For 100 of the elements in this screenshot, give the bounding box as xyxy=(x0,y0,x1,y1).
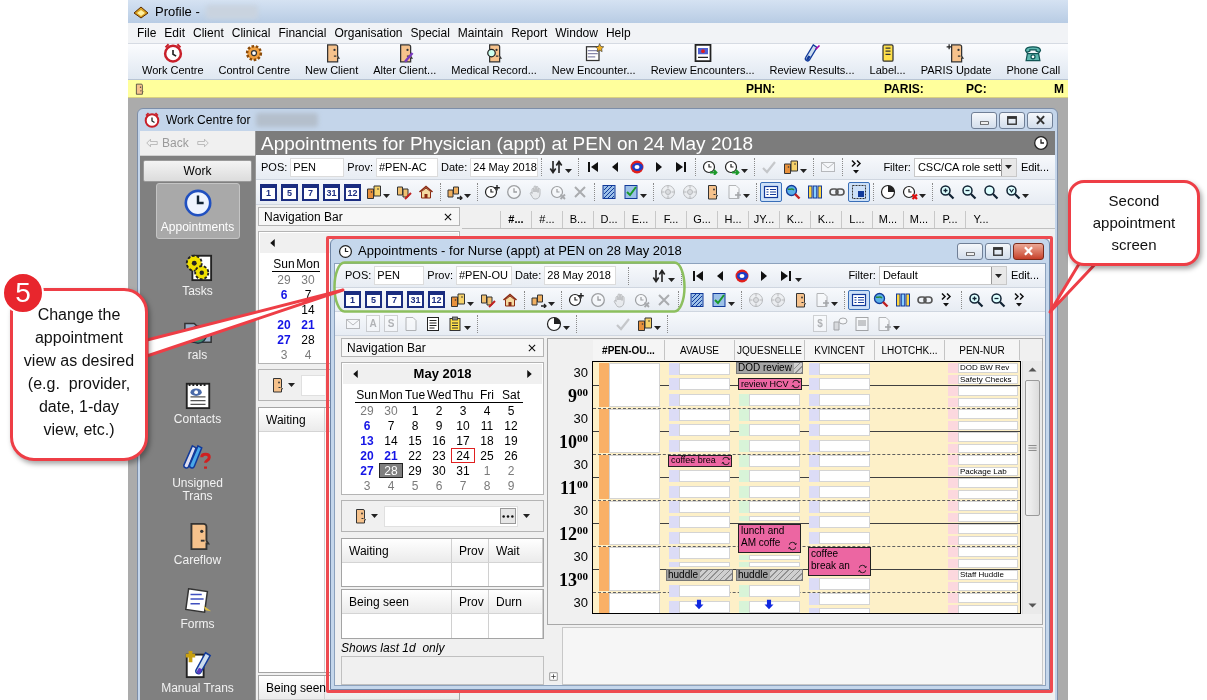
column-header[interactable]: F... xyxy=(655,211,686,228)
minimize-button[interactable] xyxy=(971,111,997,129)
calendar-day[interactable]: 13 xyxy=(355,433,379,448)
time-slot[interactable] xyxy=(679,600,730,613)
blocked-time[interactable]: huddle xyxy=(666,568,733,581)
blocked-time[interactable]: DOD review xyxy=(736,362,803,374)
selection-button[interactable] xyxy=(848,182,870,202)
column-header[interactable]: Durn xyxy=(489,590,543,613)
calendar-day[interactable]: 23 xyxy=(427,448,451,463)
time-slot[interactable] xyxy=(679,546,730,559)
column-header[interactable]: #... xyxy=(531,211,562,228)
calendar-day[interactable]: 21 xyxy=(296,317,320,332)
column-header[interactable]: Y... xyxy=(965,211,996,228)
sidebar-item[interactable]: Unsigned Trans xyxy=(155,439,240,508)
toolbar-button[interactable]: Work Centre xyxy=(142,43,204,77)
time-slot[interactable] xyxy=(749,600,800,613)
appointment[interactable]: DOD BW Rev xyxy=(958,363,1018,373)
calendar-day[interactable]: 26 xyxy=(499,448,523,463)
toolbar-button[interactable]: Review Encounters... xyxy=(650,43,755,77)
text-field[interactable]: 28 May 2018 xyxy=(544,266,617,285)
calendar-view-button[interactable]: 7 xyxy=(386,291,403,308)
appointment[interactable]: review HCV xyxy=(738,378,802,391)
time-slot[interactable] xyxy=(679,500,730,513)
calendar-day[interactable]: 27 xyxy=(355,463,379,478)
calendar-day[interactable]: 5 xyxy=(403,478,427,493)
column-header[interactable]: B... xyxy=(562,211,593,228)
section-button[interactable]: Work xyxy=(143,160,252,182)
calendar-day[interactable]: 3 xyxy=(272,347,296,362)
blocked-time[interactable]: huddle xyxy=(736,568,803,581)
calendar-day[interactable]: 2 xyxy=(499,463,523,478)
next-month-button[interactable] xyxy=(525,367,534,381)
toolbar-button[interactable]: Phone Call xyxy=(1006,43,1061,77)
calendar-view-button[interactable]: 1 xyxy=(344,291,361,308)
menu-item[interactable]: Clinical xyxy=(231,27,271,39)
calendar-day[interactable]: 30 xyxy=(296,272,320,287)
calendar-day[interactable]: 3 xyxy=(451,403,475,418)
calendar-day[interactable]: 22 xyxy=(403,448,427,463)
column-header[interactable]: G... xyxy=(686,211,717,228)
close-button[interactable] xyxy=(1027,111,1053,129)
menu-item[interactable]: Organisation xyxy=(334,27,403,39)
column-header[interactable]: LHOTCHK... xyxy=(875,340,945,360)
calendar-day[interactable]: 11 xyxy=(475,418,499,433)
calendar-day[interactable]: 10 xyxy=(451,418,475,433)
dropdown-button[interactable] xyxy=(523,514,530,518)
column-header[interactable]: P... xyxy=(934,211,965,228)
column-header[interactable]: JQUESNELLE xyxy=(735,340,805,360)
calendar-view-button[interactable]: 31 xyxy=(407,291,424,308)
time-slot[interactable] xyxy=(819,500,870,513)
calendar-day[interactable]: 19 xyxy=(499,433,523,448)
calendar-day[interactable]: 4 xyxy=(296,347,320,362)
calendar-day[interactable]: 6 xyxy=(427,478,451,493)
browse-button[interactable] xyxy=(500,508,516,524)
toolbar-button[interactable]: Medical Record... xyxy=(451,43,537,77)
column-header[interactable]: Prov xyxy=(452,539,489,562)
calendar-day[interactable]: 14 xyxy=(379,433,403,448)
calendar-view-button[interactable]: 5 xyxy=(365,291,382,308)
calendar-day[interactable]: 28 xyxy=(296,332,320,347)
column-header[interactable]: JY... xyxy=(748,211,779,228)
calendar-day[interactable]: 4 xyxy=(379,478,403,493)
previous-month-button[interactable] xyxy=(351,367,360,381)
calendar-day[interactable]: 17 xyxy=(451,433,475,448)
appointment[interactable]: Staff Huddle xyxy=(958,570,1018,580)
column-header[interactable]: #PEN-OU... xyxy=(593,340,665,360)
calendar-day[interactable]: 9 xyxy=(427,418,451,433)
calendar-day[interactable]: 9 xyxy=(499,478,523,493)
column-header[interactable]: Waiting xyxy=(259,408,325,431)
calendar-day[interactable]: 20 xyxy=(272,317,296,332)
sidebar-item[interactable]: Forms xyxy=(155,580,240,636)
sidebar-item[interactable]: Tasks xyxy=(155,247,240,303)
toolbar-button[interactable]: Label... xyxy=(869,43,906,77)
scrollbar-thumb[interactable] xyxy=(1025,380,1040,516)
sidebar-item[interactable]: Careflow xyxy=(155,516,240,572)
previous-month-button[interactable] xyxy=(268,236,277,250)
calendar-day[interactable]: 21 xyxy=(379,448,403,463)
time-slot[interactable] xyxy=(819,592,870,605)
list-view-button[interactable] xyxy=(848,289,870,310)
filter-dropdown[interactable]: CSC/CA role sett xyxy=(913,157,1017,177)
menu-item[interactable]: Financial xyxy=(278,27,327,39)
edit-button[interactable]: Edit... xyxy=(1006,267,1043,284)
column-header[interactable]: E... xyxy=(624,211,655,228)
text-field[interactable]: #PEN-AC xyxy=(376,157,438,177)
menu-item[interactable]: Help xyxy=(605,27,631,39)
time-slot[interactable] xyxy=(749,454,800,467)
column-header[interactable]: KVINCENT xyxy=(805,340,875,360)
calendar-day[interactable]: 20 xyxy=(355,448,379,463)
list-view-button[interactable] xyxy=(760,182,782,202)
calendar-day[interactable]: 12 xyxy=(499,418,523,433)
toolbar-button[interactable]: Control Centre xyxy=(218,43,291,77)
column-header[interactable]: K... xyxy=(779,211,810,228)
column-header[interactable]: AVAUSE xyxy=(665,340,735,360)
restore-button[interactable] xyxy=(999,111,1025,129)
appointment[interactable]: Safety Checks xyxy=(958,374,1018,384)
calendar-view-button[interactable]: 1 xyxy=(260,183,277,201)
calendar-day[interactable]: 18 xyxy=(475,433,499,448)
calendar-day[interactable]: 15 xyxy=(403,433,427,448)
appointment[interactable]: lunch and AM coffe xyxy=(738,523,801,553)
calendar-day[interactable]: 24 xyxy=(451,448,475,463)
calendar-day[interactable]: 31 xyxy=(451,463,475,478)
menu-item[interactable]: Client xyxy=(193,27,224,39)
column-header[interactable]: K... xyxy=(810,211,841,228)
